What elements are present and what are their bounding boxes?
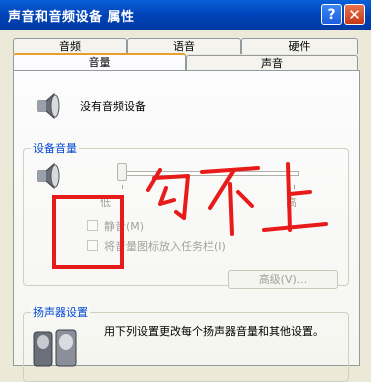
close-icon: ✕ <box>348 6 361 24</box>
device-volume-title: 设备音量 <box>31 140 79 156</box>
tab-sounds[interactable]: 声音 <box>186 55 358 71</box>
help-button[interactable]: ? <box>321 4 342 25</box>
tab-audio[interactable]: 音频 <box>13 38 127 54</box>
tab-voice-label: 语音 <box>173 40 195 53</box>
tab-hardware[interactable]: 硬件 <box>241 38 358 54</box>
tab-volume[interactable]: 音量 <box>13 53 186 71</box>
annotation-highlight-box <box>52 195 124 269</box>
advanced-button[interactable]: 高级(V)... <box>228 270 338 289</box>
volume-slider-thumb[interactable] <box>117 163 127 181</box>
help-icon: ? <box>327 7 336 23</box>
window-title: 声音和音频设备 属性 <box>8 10 135 25</box>
speaker-set-icon <box>33 329 77 367</box>
advanced-button-label: 高级(V)... <box>258 273 308 286</box>
no-device-text: 没有音频设备 <box>80 100 146 113</box>
speaker-settings-description: 用下列设置更改每个扬声器音量和其他设置。 <box>104 325 324 338</box>
speaker-settings-title: 扬声器设置 <box>31 304 90 320</box>
tab-hardware-label: 硬件 <box>288 40 311 53</box>
tab-voice[interactable]: 语音 <box>127 38 241 54</box>
speaker-icon <box>37 92 60 120</box>
tab-volume-label: 音量 <box>88 56 111 69</box>
handwritten-annotation <box>146 162 328 236</box>
tab-audio-label: 音频 <box>59 40 81 53</box>
tab-sounds-label: 声音 <box>261 57 283 70</box>
title-bar: 声音和音频设备 属性 ? ✕ <box>0 0 371 30</box>
speaker-icon <box>37 162 60 190</box>
close-button[interactable]: ✕ <box>344 4 365 25</box>
slider-tick <box>122 185 123 189</box>
